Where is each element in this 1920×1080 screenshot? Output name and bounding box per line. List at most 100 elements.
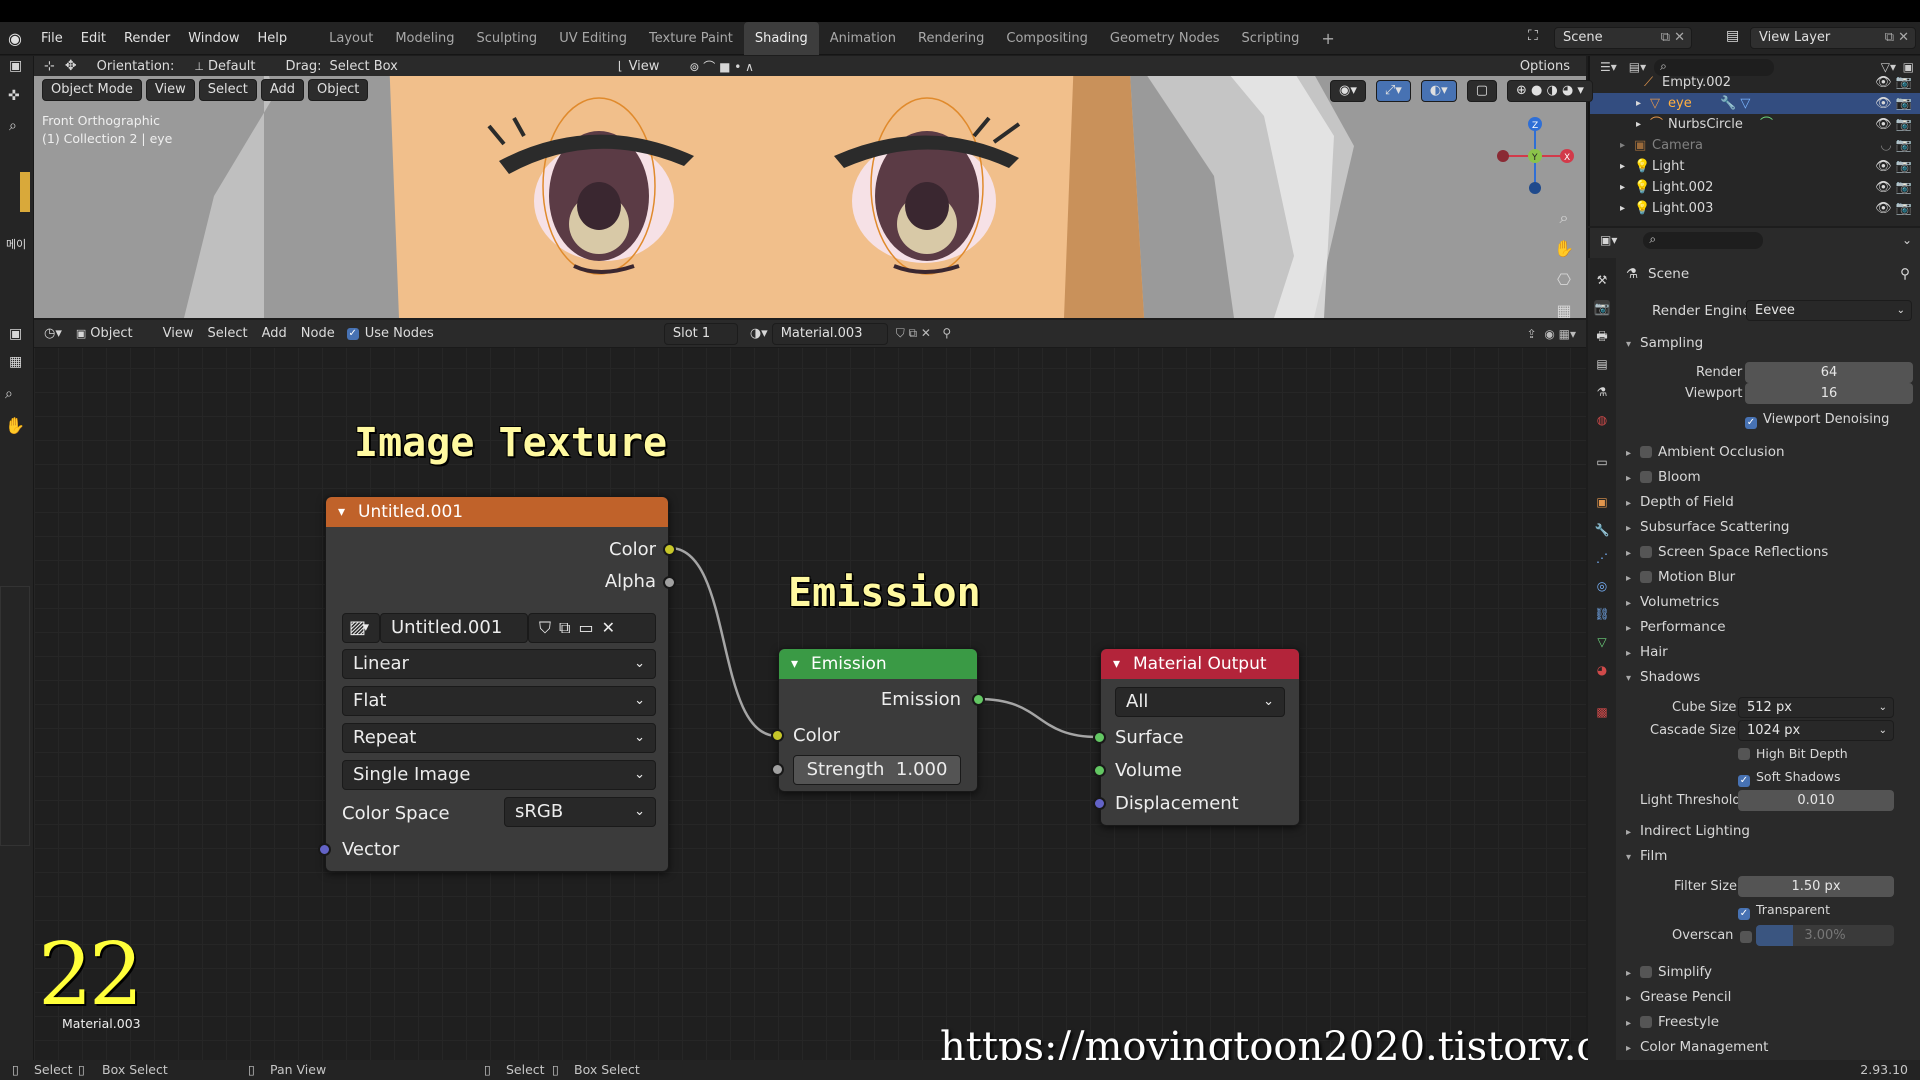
image-color-socket[interactable] — [663, 543, 676, 556]
overscan-field[interactable]: 3.00% — [1756, 925, 1894, 946]
zoom-icon[interactable]: ⌕ — [1552, 202, 1576, 233]
scene-actions-icon[interactable]: ⧉ ✕ — [1661, 28, 1685, 48]
transform-pivot-icon[interactable]: ⊹ — [44, 59, 55, 74]
scene-icon[interactable]: ⛶ — [1528, 28, 1538, 44]
scene-selector[interactable]: Scene ⧉ ✕ — [1554, 27, 1692, 49]
scene-tab-icon[interactable]: ⚗ — [1594, 384, 1610, 400]
emission-node[interactable]: Emission Emission Color Strength 1.000 — [771, 648, 985, 792]
sampling-panel-header[interactable]: ▾ Sampling — [1626, 335, 1703, 351]
viewport-menu-object[interactable]: Object — [308, 79, 369, 101]
blender-logo-icon[interactable]: ◉ — [0, 29, 30, 48]
visibility-icon[interactable]: ◉▾ — [1330, 80, 1366, 102]
cursor-tool-icon[interactable]: ✜ — [8, 88, 20, 104]
node-menu-node[interactable]: Node — [301, 326, 335, 341]
expand-arrow-icon[interactable]: ▸ — [1636, 93, 1641, 114]
add-workspace-icon[interactable]: + — [1310, 22, 1345, 55]
viewport-denoising-checkbox[interactable]: ✓ Viewport Denoising — [1745, 412, 1889, 429]
view-layer-actions-icon[interactable]: ⧉ ✕ — [1885, 28, 1909, 48]
axis-gizmo-icon[interactable]: Z X Y — [1495, 112, 1575, 198]
move-gizmo-icon[interactable]: ✥ — [65, 58, 77, 74]
expand-arrow-icon[interactable]: ▸ — [1620, 156, 1625, 177]
performance-panel[interactable]: ▸ Performance — [1626, 619, 1726, 635]
tab-texture-paint[interactable]: Texture Paint — [638, 22, 744, 55]
editor-type-icon[interactable]: ▣ — [9, 58, 22, 74]
modifier-tab-icon[interactable]: 🔧 — [1594, 522, 1610, 538]
use-nodes-checkbox[interactable]: ✓ — [346, 327, 359, 340]
view-layer-selector[interactable]: View Layer ⧉ ✕ — [1750, 27, 1916, 49]
color-space-dropdown[interactable]: sRGB ⌄ — [504, 797, 656, 827]
film-panel[interactable]: ▾ Film — [1626, 848, 1667, 864]
outliner-row[interactable]: ▸ 💡 Light.002 👁 📷 — [1590, 177, 1920, 198]
tab-shading[interactable]: Shading — [743, 21, 819, 55]
visibility-eye-icon[interactable]: 👁 📷 — [1875, 198, 1912, 219]
menu-edit[interactable]: Edit — [72, 22, 115, 55]
duplicate-icon[interactable]: ⧉ — [559, 618, 578, 637]
outliner-row[interactable]: ▸ ▣ Camera ◡ 📷 — [1590, 135, 1920, 156]
transparent-checkbox[interactable]: ✓ Transparent — [1738, 902, 1830, 920]
particles-tab-icon[interactable]: ⋰ — [1594, 550, 1610, 566]
camera-view-icon[interactable]: ⎔ — [1552, 264, 1576, 295]
source-dropdown[interactable]: Single Image ⌄ — [342, 760, 656, 790]
interpolation-dropdown[interactable]: Linear ⌄ — [342, 649, 656, 679]
freestyle-panel[interactable]: ▸ Freestyle — [1626, 1014, 1719, 1030]
outliner-row[interactable]: ▸ ⌒ NurbsCircle ⌒ 👁 📷 — [1590, 114, 1920, 135]
soft-shadows-checkbox[interactable]: ✓ Soft Shadows — [1738, 769, 1840, 787]
fake-user-icon[interactable]: ⛉ — [539, 618, 559, 637]
image-actions[interactable]: ⛉⧉▭✕ — [528, 613, 656, 643]
viewport-samples-field[interactable]: 16 — [1745, 383, 1913, 404]
cascade-size-dropdown[interactable]: 1024 px ⌄ — [1738, 720, 1894, 741]
data-tab-icon[interactable]: ▽ — [1594, 634, 1610, 650]
material-selector[interactable]: Material.003 — [771, 322, 888, 345]
node-menu-view[interactable]: View — [163, 326, 194, 341]
hand-pan-icon[interactable]: ✋ — [1552, 233, 1576, 264]
subsurface-panel[interactable]: ▸ Subsurface Scattering — [1626, 519, 1789, 535]
output-node-header[interactable]: Material Output — [1101, 649, 1299, 679]
tab-layout[interactable]: Layout — [318, 22, 384, 55]
pin-icon[interactable]: ⚲ — [1900, 266, 1910, 282]
image-browse-button[interactable]: ▨ ▾ — [342, 613, 380, 643]
material-icon[interactable]: ◑▾ — [750, 326, 768, 341]
expand-arrow-icon[interactable]: ▸ — [1620, 135, 1625, 156]
visibility-eye-icon[interactable]: 👁 📷 — [1875, 93, 1912, 114]
outliner-row-selected[interactable]: ▸ ▽ eye 🔧 ▽ 👁 📷 — [1590, 93, 1920, 114]
left-scrollbar[interactable] — [0, 586, 30, 846]
navigation-gizmo[interactable]: Z X Y — [1495, 112, 1575, 198]
zoom-tool-icon[interactable]: ⌕ — [9, 118, 17, 134]
image-texture-node[interactable]: Untitled.001 Color Alpha ▨▾ Untitled.001… — [318, 496, 676, 872]
render-engine-dropdown[interactable]: Eevee ⌄ — [1746, 300, 1912, 321]
emission-node-header[interactable]: Emission — [779, 649, 977, 679]
volume-socket[interactable] — [1093, 764, 1106, 777]
tab-scripting[interactable]: Scripting — [1231, 22, 1311, 55]
options-button[interactable]: Options — [1520, 59, 1570, 74]
indirect-lighting-panel[interactable]: ▸ Indirect Lighting — [1626, 823, 1750, 839]
properties-options-icon[interactable]: ⌄ — [1902, 233, 1912, 247]
expand-arrow-icon[interactable]: ▸ — [1620, 177, 1625, 198]
physics-tab-icon[interactable]: ◎ — [1594, 578, 1610, 594]
viewport-menu-select[interactable]: Select — [198, 79, 257, 101]
tab-geometry-nodes[interactable]: Geometry Nodes — [1099, 22, 1231, 55]
projection-dropdown[interactable]: Flat ⌄ — [342, 686, 656, 716]
grid-icon[interactable]: ▦ — [1552, 295, 1576, 326]
tab-uv-editing[interactable]: UV Editing — [548, 22, 638, 55]
properties-search[interactable]: ⌕ — [1643, 231, 1764, 249]
light-threshold-field[interactable]: 0.010 — [1738, 790, 1894, 811]
xray-icon[interactable]: ▢ — [1466, 80, 1497, 102]
drag-value[interactable]: Select Box — [329, 59, 397, 74]
surface-socket[interactable] — [1093, 731, 1106, 744]
material-tab-icon[interactable]: ◕ — [1594, 662, 1610, 678]
viewport-menu-view[interactable]: View — [145, 79, 195, 101]
simplify-panel[interactable]: ▸ Simplify — [1626, 964, 1712, 980]
view-layer-tab-icon[interactable]: ▤ — [1594, 356, 1610, 372]
vector-socket[interactable] — [318, 843, 331, 856]
visibility-eye-icon[interactable]: ◡ 📷 — [1880, 135, 1912, 156]
visibility-eye-icon[interactable]: 👁 📷 — [1875, 114, 1912, 135]
orientation-value[interactable]: Default — [208, 59, 256, 74]
world-tab-icon[interactable]: ◍ — [1594, 412, 1610, 428]
object-selector-icon[interactable]: ▣ — [76, 327, 86, 340]
menu-render[interactable]: Render — [115, 22, 179, 55]
view-menu[interactable]: View — [629, 59, 660, 74]
shading-modes-icon[interactable]: ⊕ ● ◑ ◕ ▾ — [1506, 80, 1593, 102]
tab-modeling[interactable]: Modeling — [384, 22, 465, 55]
tab-animation[interactable]: Animation — [819, 22, 907, 55]
tab-sculpting[interactable]: Sculpting — [465, 22, 548, 55]
